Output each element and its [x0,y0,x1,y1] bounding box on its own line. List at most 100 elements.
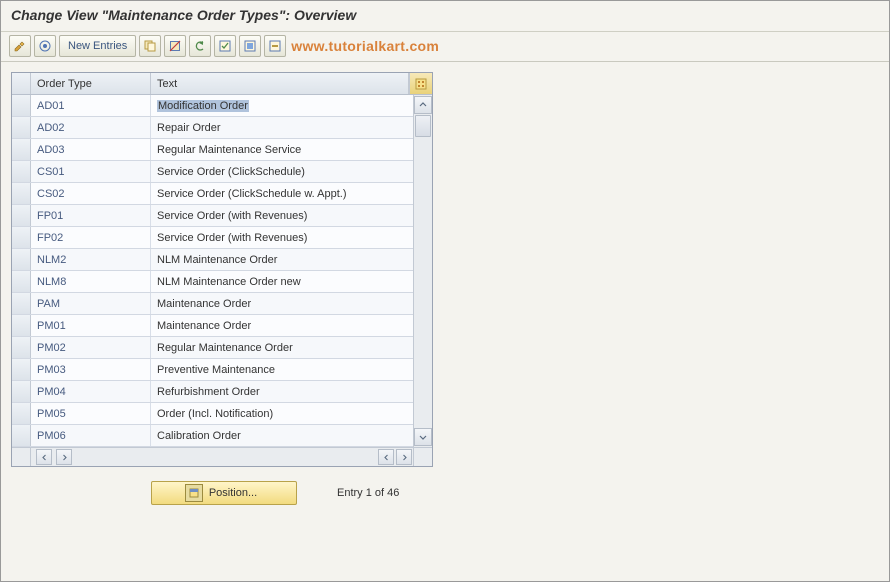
app-window: Change View "Maintenance Order Types": O… [0,0,890,582]
chevron-left-icon [383,454,390,461]
table-row[interactable]: PM01Maintenance Order [12,315,413,337]
delete-button[interactable] [164,35,186,57]
scroll-down-button[interactable] [414,428,432,446]
cell-text[interactable]: Order (Incl. Notification) [151,403,413,424]
cell-text[interactable]: Regular Maintenance Order [151,337,413,358]
row-selector[interactable] [12,161,31,182]
position-button-label: Position... [209,487,257,499]
select-block-button[interactable] [239,35,261,57]
table-row[interactable]: AD01Modification Order [12,95,413,117]
cell-order-type[interactable]: CS02 [31,183,151,204]
toggle-display-change-button[interactable] [9,35,31,57]
cell-order-type[interactable]: PM05 [31,403,151,424]
row-selector[interactable] [12,183,31,204]
scroll-right-button-2[interactable] [396,449,412,465]
undo-button[interactable] [189,35,211,57]
table-settings-button[interactable] [409,73,432,94]
row-selector[interactable] [12,381,31,402]
cell-text[interactable]: NLM Maintenance Order new [151,271,413,292]
new-entries-button[interactable]: New Entries [59,35,136,57]
row-selector[interactable] [12,271,31,292]
column-text[interactable]: Text [151,73,409,94]
watermark: www.tutorialkart.com [291,38,439,54]
chevron-down-icon [419,433,427,441]
cell-order-type[interactable]: PAM [31,293,151,314]
cell-order-type[interactable]: AD03 [31,139,151,160]
position-icon [185,484,203,502]
order-types-table: Order Type Text AD01Modification OrderAD… [11,72,433,467]
table-row[interactable]: NLM8NLM Maintenance Order new [12,271,413,293]
horizontal-scrollbar[interactable] [12,447,432,466]
scroll-up-button[interactable] [414,96,432,114]
position-button[interactable]: Position... [151,481,297,505]
table-row[interactable]: PAMMaintenance Order [12,293,413,315]
scroll-left-button-2[interactable] [378,449,394,465]
cell-text[interactable]: Modification Order [151,95,413,116]
copy-as-button[interactable] [139,35,161,57]
scroll-thumb[interactable] [415,115,431,137]
row-selector[interactable] [12,95,31,116]
cell-order-type[interactable]: PM01 [31,315,151,336]
row-selector[interactable] [12,425,31,446]
cell-order-type[interactable]: AD01 [31,95,151,116]
row-selector[interactable] [12,403,31,424]
cell-text[interactable]: Service Order (with Revenues) [151,227,413,248]
title-bar: Change View "Maintenance Order Types": O… [1,1,889,27]
row-selector[interactable] [12,315,31,336]
cell-text[interactable]: Service Order (with Revenues) [151,205,413,226]
table-row[interactable]: FP02Service Order (with Revenues) [12,227,413,249]
scroll-left-button-1[interactable] [36,449,52,465]
table-row[interactable]: PM02Regular Maintenance Order [12,337,413,359]
cell-text[interactable]: Calibration Order [151,425,413,446]
row-selector[interactable] [12,117,31,138]
hscroll-corner [12,448,31,466]
toolbar: New Entries www.tutorialkart.com [1,34,889,62]
select-all-button[interactable] [214,35,236,57]
cell-text[interactable]: NLM Maintenance Order [151,249,413,270]
scroll-track[interactable] [415,115,431,427]
cell-text[interactable]: Preventive Maintenance [151,359,413,380]
table-row[interactable]: CS02Service Order (ClickSchedule w. Appt… [12,183,413,205]
cell-text[interactable]: Refurbishment Order [151,381,413,402]
table-row[interactable]: AD02Repair Order [12,117,413,139]
cell-order-type[interactable]: PM06 [31,425,151,446]
cell-text[interactable]: Regular Maintenance Service [151,139,413,160]
vertical-scrollbar[interactable] [413,95,432,447]
cell-text[interactable]: Maintenance Order [151,293,413,314]
table-row[interactable]: PM03Preventive Maintenance [12,359,413,381]
cell-order-type[interactable]: PM04 [31,381,151,402]
column-order-type[interactable]: Order Type [31,73,151,94]
table-row[interactable]: CS01Service Order (ClickSchedule) [12,161,413,183]
cell-order-type[interactable]: PM03 [31,359,151,380]
cell-text[interactable]: Maintenance Order [151,315,413,336]
cell-order-type[interactable]: PM02 [31,337,151,358]
scroll-right-button-1[interactable] [56,449,72,465]
cell-order-type[interactable]: CS01 [31,161,151,182]
cell-order-type[interactable]: NLM2 [31,249,151,270]
row-selector[interactable] [12,337,31,358]
table-row[interactable]: NLM2NLM Maintenance Order [12,249,413,271]
row-selector[interactable] [12,293,31,314]
cell-text[interactable]: Service Order (ClickSchedule w. Appt.) [151,183,413,204]
table-row[interactable]: PM06Calibration Order [12,425,413,447]
row-selector[interactable] [12,359,31,380]
cell-text[interactable]: Service Order (ClickSchedule) [151,161,413,182]
table-row[interactable]: AD03Regular Maintenance Service [12,139,413,161]
row-selector-header[interactable] [12,73,31,94]
cell-order-type[interactable]: FP01 [31,205,151,226]
cell-order-type[interactable]: NLM8 [31,271,151,292]
other-view-button[interactable] [34,35,56,57]
deselect-all-button[interactable] [264,35,286,57]
row-selector[interactable] [12,205,31,226]
table-row[interactable]: PM05Order (Incl. Notification) [12,403,413,425]
table-row[interactable]: PM04Refurbishment Order [12,381,413,403]
row-selector[interactable] [12,249,31,270]
cell-order-type[interactable]: AD02 [31,117,151,138]
row-selector[interactable] [12,139,31,160]
cell-order-type[interactable]: FP02 [31,227,151,248]
row-selector[interactable] [12,227,31,248]
table-row[interactable]: FP01Service Order (with Revenues) [12,205,413,227]
chevron-right-icon [61,454,68,461]
chevron-right-icon [401,454,408,461]
cell-text[interactable]: Repair Order [151,117,413,138]
